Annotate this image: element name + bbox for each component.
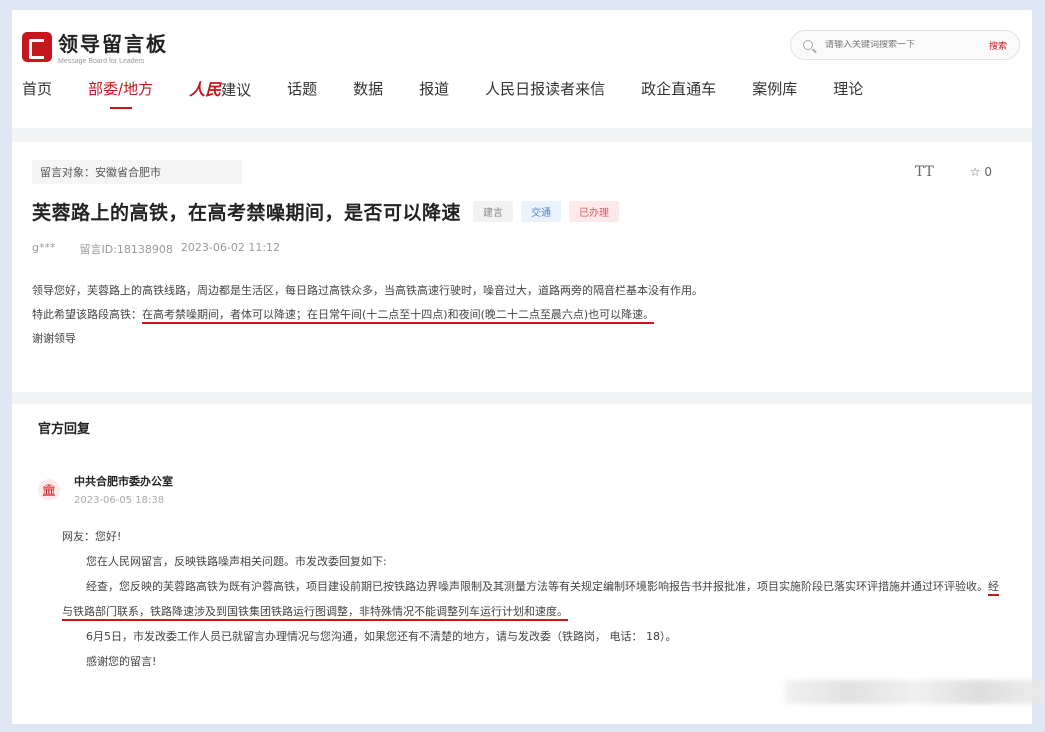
reply-date: 2023-06-05 18:38 <box>74 495 165 506</box>
reply-greeting: 网友：您好! <box>62 530 122 543</box>
message-title: 芙蓉路上的高铁，在高考禁噪期间，是否可以降速 <box>32 202 462 224</box>
reply-closing: 感谢您的留言! <box>86 655 157 668</box>
message-paragraph-prefix: 特此希望该路段高铁： <box>32 308 142 321</box>
main-nav: 首页 部委/地方 人民建议 话题 数据 报道 人民日报读者来信 政企直通车 案例… <box>22 76 899 109</box>
reply-paragraph: 经查，您反映的芙蓉路高铁为既有沪蓉高铁，项目建设前期已按铁路边界噪声限制及其测量… <box>86 580 988 593</box>
message-id: 留言ID:18138908 <box>79 243 173 256</box>
reply-paragraph: 您在人民网留言，反映铁路噪声相关问题。市发改委回复如下: <box>86 555 387 568</box>
search-icon <box>803 40 813 50</box>
browser-frame: 领导留言板 Message Board for Leaders 搜索 首页 部委… <box>12 10 1032 724</box>
message-highlight: 在高考禁噪期间，者体可以降速；在日常午间(十二点至十四点)和夜间(晚二十二点至晨… <box>142 308 655 324</box>
message-datetime: 2023-06-02 11:12 <box>180 241 281 254</box>
tag-traffic[interactable]: 交通 <box>521 201 562 222</box>
search-box: 搜索 <box>790 30 1020 60</box>
message-target: 留言对象：安徽省合肥市 <box>32 160 242 184</box>
reply-org: 🏛 中共合肥市委办公室 2023-06-05 18:38 <box>38 473 1008 506</box>
section-divider <box>12 128 1032 142</box>
status-badge: 已办理 <box>569 201 620 222</box>
nav-reports[interactable]: 报道 <box>419 78 449 99</box>
search-button[interactable]: 搜索 <box>989 39 1007 52</box>
message-paragraph: 领导您好，芙蓉路上的高铁线路，周边都是生活区，每日路过高铁众多，当高铁高速行驶时… <box>32 284 703 297</box>
nav-data[interactable]: 数据 <box>353 78 383 99</box>
reply-heading: 官方回复 <box>38 422 91 437</box>
reply-paragraph: 6月5日，市发改委工作人员已就留言办理情况与您沟通，如果您还有不清楚的地方，请与… <box>86 630 677 643</box>
reply-body: 网友：您好! 您在人民网留言，反映铁路噪声相关问题。市发改委回复如下: 经查，您… <box>62 524 1008 674</box>
government-building-icon: 🏛 <box>38 479 60 501</box>
nav-gov-enterprise[interactable]: 政企直通车 <box>641 78 716 99</box>
nav-theory[interactable]: 理论 <box>833 78 863 99</box>
tag-suggestion[interactable]: 建言 <box>473 201 514 222</box>
nav-ministries[interactable]: 部委/地方 <box>88 78 153 109</box>
blurred-watermark <box>785 680 1045 704</box>
message-meta: g*** 留言ID:18138908 2023-06-02 11:12 <box>32 241 1012 257</box>
message-card: 留言对象：安徽省合肥市 TT ☆ 0 芙蓉路上的高铁，在高考禁噪期间，是否可以降… <box>32 160 1012 351</box>
logo-subtitle: Message Board for Leaders <box>58 58 145 65</box>
nav-home[interactable]: 首页 <box>22 78 52 99</box>
reply-org-name: 中共合肥市委办公室 <box>74 475 173 488</box>
favorite-button[interactable]: ☆ 0 <box>970 165 992 179</box>
official-reply: 官方回复 🏛 中共合肥市委办公室 2023-06-05 18:38 网友：您好!… <box>38 418 1008 674</box>
search-input[interactable] <box>825 40 965 50</box>
nav-reader-letters[interactable]: 人民日报读者来信 <box>485 78 605 99</box>
nav-topics[interactable]: 话题 <box>287 78 317 99</box>
section-divider <box>12 392 1032 404</box>
message-tools: TT ☆ 0 <box>915 164 992 180</box>
font-size-icon[interactable]: TT <box>915 164 934 180</box>
message-closing: 谢谢领导 <box>32 332 76 345</box>
nav-renmin-suggestion[interactable]: 人民建议 <box>189 76 251 100</box>
site-header: 领导留言板 Message Board for Leaders 搜索 首页 部委… <box>12 10 1032 128</box>
logo-icon <box>22 31 52 62</box>
message-author: g*** <box>32 241 56 254</box>
nav-cases[interactable]: 案例库 <box>752 78 797 99</box>
message-body: 领导您好，芙蓉路上的高铁线路，周边都是生活区，每日路过高铁众多，当高铁高速行驶时… <box>32 279 1012 351</box>
site-logo[interactable]: 领导留言板 Message Board for Leaders <box>22 28 168 65</box>
logo-title: 领导留言板 <box>58 32 168 56</box>
